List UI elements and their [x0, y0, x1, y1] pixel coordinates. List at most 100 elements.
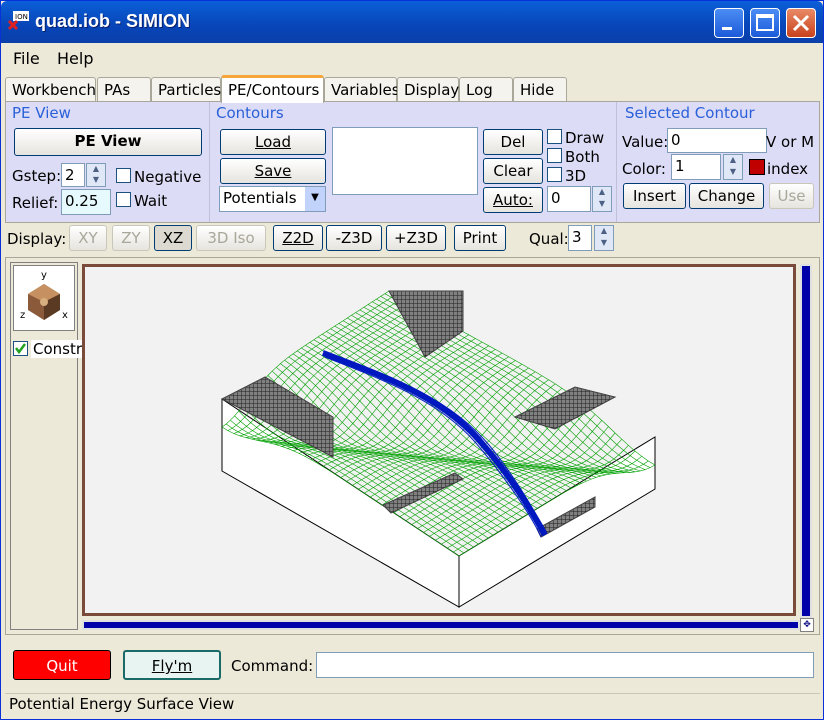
pe-surface-canvas[interactable] [82, 264, 796, 616]
view-xz-button[interactable]: XZ [154, 225, 192, 251]
selected-contour-title: Selected Contour [625, 104, 755, 122]
three-d-checkbox[interactable] [547, 167, 562, 182]
gstep-spinner[interactable]: ▲ ▼ [86, 163, 106, 187]
tab-strip: Workbench PAs Particles PE/Contours Vari… [5, 75, 820, 103]
menu-file[interactable]: File [13, 49, 40, 68]
tab-pas[interactable]: PAs [97, 77, 151, 102]
pan-icon[interactable]: ✥ [800, 618, 814, 632]
qual-label: Qual: [529, 230, 569, 248]
tab-pe-contours[interactable]: PE/Contours [221, 75, 324, 103]
wait-checkbox[interactable] [116, 192, 131, 207]
change-button[interactable]: Change [689, 183, 764, 209]
both-checkbox[interactable] [547, 148, 562, 163]
pe-view-group: PE View PE View Gstep: 2 ▲ ▼ Negative Rel… [6, 102, 210, 222]
simion-app-icon: ION [7, 11, 29, 31]
auto-button[interactable]: Auto: [483, 187, 543, 213]
three-d-label: 3D [565, 167, 587, 185]
gstep-label: Gstep: [12, 167, 62, 185]
relief-input[interactable]: 0.25 [61, 189, 111, 215]
tab-log[interactable]: Log [459, 77, 513, 102]
side-panel: y z x Constrn [10, 262, 94, 630]
minimize-icon [722, 27, 732, 30]
contours-group-title: Contours [216, 104, 284, 122]
del-button[interactable]: Del [483, 129, 543, 155]
index-label: index [767, 160, 809, 178]
close-button[interactable] [786, 8, 816, 38]
color-index-spinner[interactable]: ▲ ▼ [723, 154, 743, 180]
tab-workbench[interactable]: Workbench [5, 77, 96, 102]
both-label: Both [565, 148, 600, 166]
command-label: Command: [231, 657, 314, 675]
contours-group: Contours Load Save Potentials ▼ Del Clea… [210, 102, 617, 222]
quit-button[interactable]: Quit [13, 650, 111, 680]
block-left-wall [221, 398, 460, 608]
z2d-button[interactable]: Z2D [273, 225, 323, 251]
negative-checkbox[interactable] [116, 168, 131, 183]
maximize-button[interactable] [750, 8, 780, 38]
minimize-button[interactable] [714, 8, 744, 38]
command-input[interactable] [316, 652, 814, 678]
save-button[interactable]: Save [220, 158, 326, 184]
contour-type-value: Potentials [223, 189, 297, 207]
status-bar: Potential Energy Surface View [5, 693, 820, 715]
horizontal-scrollbar[interactable] [82, 620, 800, 630]
constrain-checkbox[interactable] [13, 341, 28, 356]
pe-view-button[interactable]: PE View [14, 128, 202, 156]
bottom-bar: Quit Fly'm Command: [5, 641, 820, 689]
view-xy-button[interactable]: XY [69, 225, 107, 251]
load-button[interactable]: Load [220, 129, 326, 155]
view-3d-iso-button[interactable]: 3D Iso [196, 225, 266, 251]
mesh-line [322, 352, 503, 467]
view-toolbar: Display: XY ZY XZ 3D Iso Z2D -Z3D +Z3D P… [5, 225, 820, 255]
axis-z-label: z [20, 310, 25, 321]
color-index-input[interactable]: 1 [671, 154, 721, 180]
auto-count-input[interactable]: 0 [547, 186, 591, 212]
negative-label: Negative [134, 168, 202, 186]
minus-z3d-button[interactable]: -Z3D [326, 225, 382, 251]
tab-variables[interactable]: Variables [324, 77, 400, 102]
tab-particles[interactable]: Particles [151, 77, 221, 102]
chevron-down-icon: ▼ [305, 187, 325, 211]
qual-spinner[interactable]: ▲ ▼ [594, 225, 614, 251]
checkmark-icon [15, 343, 26, 355]
display-label: Display: [7, 230, 67, 248]
print-button[interactable]: Print [454, 225, 506, 251]
plus-z3d-button[interactable]: +Z3D [386, 225, 446, 251]
tab-hide[interactable]: Hide [513, 77, 567, 102]
close-icon [792, 14, 810, 32]
pe-surface-plot [220, 290, 656, 608]
insert-button[interactable]: Insert [623, 183, 686, 209]
simion-window: ION quad.iob - SIMION File Help Workbenc… [0, 0, 824, 720]
wait-label: Wait [134, 192, 168, 210]
view-zy-button[interactable]: ZY [112, 225, 150, 251]
orientation-widget[interactable]: y z x [13, 265, 75, 331]
draw-checkbox[interactable] [547, 129, 562, 144]
vertical-scrollbar[interactable] [800, 264, 812, 618]
pe-contours-panel: PE View PE View Gstep: 2 ▲ ▼ Negative Rel… [5, 101, 820, 223]
pe-view-group-title: PE View [12, 104, 71, 122]
orientation-cube-icon: y z x [20, 270, 68, 321]
qual-input[interactable]: 3 [568, 225, 592, 251]
selected-contour-group: Selected Contour Value: 0 V or M Color: … [617, 102, 819, 222]
view-area: y z x Constrn ✥ [5, 257, 820, 635]
color-swatch [749, 159, 765, 175]
unit-label: V or M [766, 133, 815, 151]
clear-button[interactable]: Clear [483, 158, 543, 184]
draw-label: Draw [565, 129, 605, 147]
menu-help[interactable]: Help [57, 49, 93, 68]
value-label: Value: [622, 133, 669, 151]
gstep-input[interactable]: 2 [61, 163, 85, 187]
contour-value-input[interactable]: 0 [667, 128, 767, 153]
color-label: Color: [622, 160, 666, 178]
use-button[interactable]: Use [769, 183, 814, 209]
svg-text:ION: ION [15, 13, 28, 21]
title-bar: ION quad.iob - SIMION [1, 1, 823, 43]
auto-count-spinner[interactable]: ▲ ▼ [592, 186, 612, 212]
tab-display[interactable]: Display [397, 77, 459, 102]
axis-y-label: y [41, 270, 47, 281]
flym-button[interactable]: Fly'm [123, 650, 221, 680]
contour-type-select[interactable]: Potentials ▼ [219, 186, 326, 212]
axis-x-label: x [62, 310, 68, 321]
contour-list[interactable] [332, 127, 478, 195]
window-title: quad.iob - SIMION [35, 11, 190, 31]
